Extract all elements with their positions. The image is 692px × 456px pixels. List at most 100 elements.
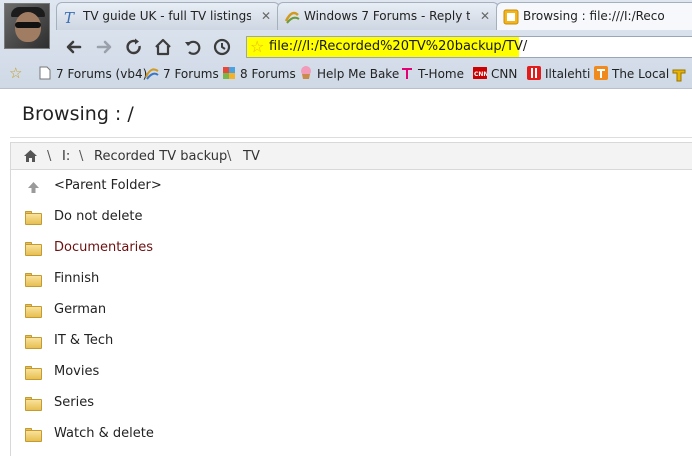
divider bbox=[10, 137, 692, 138]
folder-name: Watch & delete bbox=[54, 426, 154, 441]
tab-strip: T TV guide UK - full TV listings - ... ✕… bbox=[56, 0, 692, 32]
back-arrow-icon bbox=[66, 40, 82, 54]
folder-icon bbox=[25, 273, 42, 287]
parent-folder-label: <Parent Folder> bbox=[54, 178, 162, 193]
list-item[interactable]: Documentaries bbox=[11, 234, 692, 265]
cupcake-icon bbox=[301, 66, 311, 79]
eightforums-icon bbox=[223, 67, 235, 79]
list-item[interactable]: Finnish bbox=[11, 265, 692, 296]
folder-name: Series bbox=[54, 395, 94, 410]
breadcrumb-item-tv[interactable]: TV bbox=[243, 149, 260, 164]
address-bar[interactable]: ☆ file:///I:/Recorded%20TV%20backup/TV/ bbox=[246, 36, 692, 58]
reload-icon bbox=[126, 38, 141, 55]
sevenforums-icon bbox=[284, 11, 300, 24]
tab-label: Windows 7 Forums - Reply to ... bbox=[304, 9, 470, 23]
navigation-toolbar: ☆ file:///I:/Recorded%20TV%20backup/TV/ bbox=[56, 32, 692, 62]
bookmark-label: CNN bbox=[491, 67, 518, 81]
forward-arrow-icon bbox=[96, 40, 112, 54]
tab-tvguide[interactable]: T TV guide UK - full TV listings - ... ✕ bbox=[56, 2, 280, 30]
tab-browsing[interactable]: Browsing : file:///I:/Recorded ... bbox=[496, 2, 692, 30]
svg-text:T: T bbox=[64, 9, 75, 25]
bookmarks-bar: ☆ 7 Forums (vb4) 7 Forums 8 Forums Help … bbox=[0, 62, 692, 86]
folder-icon bbox=[25, 366, 42, 380]
tab-sevenforums[interactable]: Windows 7 Forums - Reply to ... ✕ bbox=[277, 2, 499, 30]
folder-name: Movies bbox=[54, 364, 100, 379]
breadcrumb: \ I: \ Recorded TV backup \ TV bbox=[10, 142, 692, 170]
undo-icon bbox=[185, 40, 201, 55]
folder-name: Do not delete bbox=[54, 209, 143, 224]
folder-icon bbox=[25, 428, 42, 442]
svg-text:CNN: CNN bbox=[474, 71, 487, 78]
bookmark-t-home[interactable]: T-Home bbox=[400, 65, 464, 83]
history-button[interactable] bbox=[212, 37, 232, 57]
list-item[interactable]: Movies bbox=[11, 358, 692, 389]
cnn-icon: CNN bbox=[473, 67, 487, 79]
folder-list: <Parent Folder> Do not delete Documentar… bbox=[10, 170, 692, 456]
browser-chrome: T TV guide UK - full TV listings - ... ✕… bbox=[0, 0, 692, 89]
sevenforums-icon bbox=[145, 68, 159, 80]
star-icon[interactable]: ☆ bbox=[250, 38, 264, 56]
bookmark-7forums[interactable]: 7 Forums bbox=[145, 65, 219, 83]
list-item[interactable]: German bbox=[11, 296, 692, 327]
list-item[interactable]: IT & Tech bbox=[11, 327, 692, 358]
folder-name: Documentaries bbox=[54, 240, 154, 255]
folder-name: Finnish bbox=[54, 271, 100, 286]
tab-label: Browsing : file:///I:/Recorded ... bbox=[523, 9, 664, 23]
folder-name: German bbox=[54, 302, 107, 317]
back-button[interactable] bbox=[64, 37, 84, 57]
bookmark-label: 8 Forums bbox=[240, 67, 296, 81]
bookmark-label: Iltalehti bbox=[545, 67, 591, 81]
avatar[interactable] bbox=[4, 3, 50, 49]
bookmark-help-me-bake[interactable]: Help Me Bake bbox=[299, 65, 399, 83]
breadcrumb-separator: \ bbox=[47, 149, 52, 164]
tab-label: TV guide UK - full TV listings - ... bbox=[83, 9, 251, 23]
folder-name: IT & Tech bbox=[54, 333, 114, 348]
bookmark-label: Help Me Bake bbox=[317, 67, 400, 81]
breadcrumb-item-drive[interactable]: I: bbox=[62, 149, 70, 164]
folder-icon bbox=[25, 397, 42, 411]
folder-icon bbox=[25, 304, 42, 318]
clock-icon bbox=[213, 38, 231, 56]
arrow-up-icon bbox=[28, 182, 39, 193]
home-button[interactable] bbox=[153, 37, 173, 57]
bookmark-label: T-Home bbox=[418, 67, 464, 81]
bookmark-label: The Local bbox=[612, 67, 670, 81]
bookmark-iltalehti[interactable]: Iltalehti bbox=[527, 65, 590, 83]
star-icon[interactable]: ☆ bbox=[9, 64, 22, 82]
page-title: Browsing : / bbox=[22, 103, 134, 125]
breadcrumb-item-recorded-tv-backup[interactable]: Recorded TV backup bbox=[94, 149, 227, 164]
bookmark-label: 7 Forums (vb4) bbox=[56, 67, 148, 81]
parent-folder-row[interactable]: <Parent Folder> bbox=[11, 172, 692, 203]
close-icon[interactable]: ✕ bbox=[261, 3, 271, 29]
bookmark-overflow[interactable] bbox=[672, 65, 686, 83]
close-icon[interactable]: ✕ bbox=[480, 3, 490, 29]
thelocal-icon bbox=[594, 66, 608, 80]
iltalehti-icon bbox=[527, 66, 541, 80]
home-icon bbox=[155, 38, 171, 56]
page-content: Browsing : / \ I: \ Recorded TV backup \… bbox=[0, 89, 692, 456]
bookmark-8forums[interactable]: 8 Forums bbox=[222, 65, 296, 83]
bookmark-label: 7 Forums bbox=[163, 67, 219, 81]
bookmark-cnn[interactable]: CNN CNN bbox=[473, 65, 517, 83]
avatar-glasses bbox=[15, 22, 41, 28]
tvguide-icon: T bbox=[64, 9, 75, 25]
breadcrumb-separator: \ bbox=[79, 149, 84, 164]
page-icon bbox=[39, 66, 51, 80]
bookmark-the-local[interactable]: The Local bbox=[594, 65, 669, 83]
forward-button[interactable] bbox=[94, 37, 114, 57]
list-item[interactable]: Watch & delete bbox=[11, 420, 692, 451]
folder-icon bbox=[25, 242, 42, 256]
url-text[interactable]: file:///I:/Recorded%20TV%20backup/TV/ bbox=[269, 39, 527, 55]
folder-icon bbox=[25, 335, 42, 349]
reload-button[interactable] bbox=[124, 37, 144, 57]
folder-icon bbox=[25, 211, 42, 225]
home-icon[interactable] bbox=[23, 149, 38, 163]
bookmark-7forums-vb4[interactable]: 7 Forums (vb4) bbox=[38, 65, 147, 83]
telekom-icon bbox=[402, 68, 412, 79]
undo-button[interactable] bbox=[183, 37, 203, 57]
list-item[interactable]: Do not delete bbox=[11, 203, 692, 234]
breadcrumb-separator: \ bbox=[227, 149, 232, 164]
list-item[interactable]: Series bbox=[11, 389, 692, 420]
bookmark-overflow-icon bbox=[672, 69, 686, 81]
bookmark-page-icon bbox=[503, 9, 519, 25]
